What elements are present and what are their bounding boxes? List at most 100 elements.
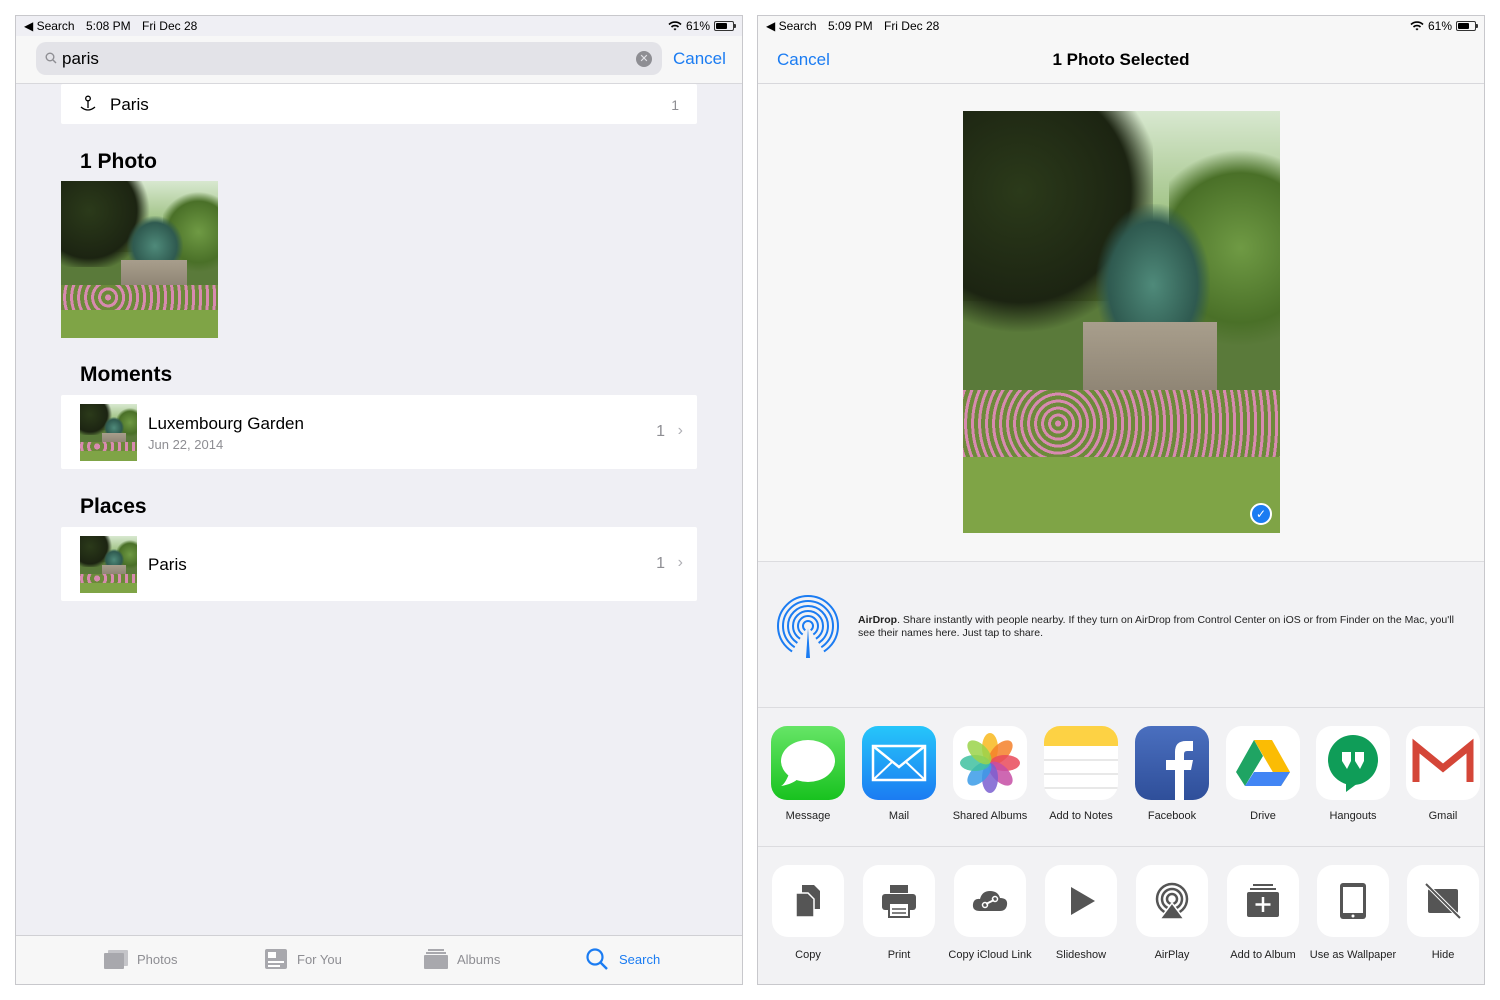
- tab-photos-label: Photos: [137, 951, 178, 967]
- airdrop-section: AirDrop. Share instantly with people nea…: [758, 562, 1484, 708]
- action-copy[interactable]: Copy: [763, 865, 853, 961]
- photo-thumbnail[interactable]: [61, 181, 218, 338]
- action-label: Use as Wallpaper: [1309, 949, 1397, 961]
- tab-search[interactable]: Search: [585, 948, 660, 970]
- search-header: ✕ Cancel: [16, 36, 742, 84]
- share-app-shared-albums[interactable]: Shared Albums: [945, 726, 1035, 822]
- share-app-label: Mail: [888, 810, 910, 822]
- airdrop-body: . Share instantly with people nearby. If…: [858, 614, 1454, 639]
- share-app-label: Shared Albums: [952, 810, 1028, 822]
- ipad-icon: [1317, 865, 1389, 937]
- share-actions-row: Copy Print Copy iCloud Link Slideshow Ai…: [758, 847, 1484, 984]
- moment-count: 1: [656, 423, 665, 440]
- search-cancel-button[interactable]: Cancel: [673, 49, 726, 69]
- action-label: Copy: [795, 949, 821, 961]
- moment-title: Luxembourg Garden: [148, 414, 304, 433]
- action-hide[interactable]: Hide: [1398, 865, 1484, 961]
- share-app-label: Hangouts: [1329, 810, 1377, 822]
- chevron-right-icon: ›: [677, 554, 683, 571]
- status-date: Fri Dec 28: [141, 19, 198, 33]
- back-to-search-link[interactable]: ◀ Search: [766, 19, 817, 33]
- moment-row[interactable]: Luxembourg Garden Jun 22, 2014 1 ›: [61, 395, 697, 469]
- action-slideshow[interactable]: Slideshow: [1036, 865, 1126, 961]
- search-tab-icon: [586, 948, 608, 970]
- tab-for-you[interactable]: For You: [263, 948, 342, 970]
- play-icon: [1045, 865, 1117, 937]
- back-to-search-link[interactable]: ◀ Search: [24, 19, 75, 33]
- airdrop-description: AirDrop. Share instantly with people nea…: [858, 614, 1470, 640]
- clear-search-icon[interactable]: ✕: [636, 51, 652, 67]
- action-copy-icloud-link[interactable]: Copy iCloud Link: [945, 865, 1035, 961]
- action-label: Print: [887, 949, 911, 961]
- status-bar: ◀ Search 5:09 PM Fri Dec 28 61%: [758, 16, 1484, 36]
- selected-photo[interactable]: ✓: [963, 111, 1280, 533]
- share-app-gmail[interactable]: Gmail: [1398, 726, 1484, 822]
- share-app-message[interactable]: Message: [763, 726, 853, 822]
- moments-section-title: Moments: [80, 363, 173, 386]
- hide-icon: [1407, 865, 1479, 937]
- tab-albums-label: Albums: [457, 951, 501, 967]
- share-app-label: Add to Notes: [1049, 810, 1113, 822]
- photos-search-screen: ◀ Search 5:08 PM Fri Dec 28 61% ✕ Cancel…: [15, 15, 743, 985]
- action-use-as-wallpaper[interactable]: Use as Wallpaper: [1308, 865, 1398, 961]
- status-date: Fri Dec 28: [883, 19, 940, 33]
- share-sheet-screen: ◀ Search 5:09 PM Fri Dec 28 61% Cancel 1…: [757, 15, 1485, 985]
- share-app-drive[interactable]: Drive: [1218, 726, 1308, 822]
- battery-percent: 61%: [1427, 19, 1452, 33]
- action-label: Add to Album: [1230, 949, 1296, 961]
- moment-thumbnail: [80, 404, 137, 461]
- search-input[interactable]: [62, 46, 622, 72]
- moment-date: Jun 22, 2014: [148, 437, 224, 452]
- top-result-count: 1: [671, 97, 679, 113]
- action-print[interactable]: Print: [854, 865, 944, 961]
- copy-icon: [772, 865, 844, 937]
- notes-icon: [1044, 726, 1118, 800]
- share-app-label: Gmail: [1428, 810, 1458, 822]
- tab-photos[interactable]: Photos: [103, 948, 177, 970]
- top-result-row[interactable]: Paris 1: [61, 84, 697, 124]
- battery-percent: 61%: [685, 19, 710, 33]
- photos-tab-icon: [104, 950, 128, 969]
- share-app-notes[interactable]: Add to Notes: [1036, 726, 1126, 822]
- top-result-title: Paris: [110, 95, 149, 114]
- share-app-mail[interactable]: Mail: [854, 726, 944, 822]
- airplay-icon: [1136, 865, 1208, 937]
- place-pin-icon: [80, 95, 96, 111]
- share-app-label: Facebook: [1147, 810, 1197, 822]
- search-icon: [45, 52, 57, 64]
- wifi-icon: [1410, 21, 1424, 31]
- action-airplay[interactable]: AirPlay: [1127, 865, 1217, 961]
- message-icon: [771, 726, 845, 800]
- action-label: Hide: [1431, 949, 1455, 961]
- wifi-icon: [668, 21, 682, 31]
- share-app-label: Drive: [1250, 810, 1276, 822]
- places-section-title: Places: [80, 495, 147, 518]
- place-row[interactable]: Paris 1 ›: [61, 527, 697, 601]
- share-app-hangouts[interactable]: Hangouts: [1308, 726, 1398, 822]
- share-title: 1 Photo Selected: [1052, 50, 1190, 69]
- mail-icon: [862, 726, 936, 800]
- gmail-icon: [1406, 726, 1480, 800]
- tab-bar: Photos For You Albums Search: [16, 935, 742, 984]
- for-you-tab-icon: [265, 949, 287, 969]
- battery-icon: [714, 21, 736, 31]
- action-label: AirPlay: [1154, 949, 1190, 961]
- icloud-link-icon: [954, 865, 1026, 937]
- checkmark-icon[interactable]: ✓: [1250, 503, 1272, 525]
- facebook-icon: [1135, 726, 1209, 800]
- place-count: 1: [656, 555, 665, 572]
- status-bar: ◀ Search 5:08 PM Fri Dec 28 61%: [16, 16, 742, 36]
- search-bar[interactable]: ✕: [36, 42, 662, 75]
- place-title: Paris: [148, 555, 187, 574]
- tab-albums[interactable]: Albums: [423, 948, 500, 970]
- share-app-facebook[interactable]: Facebook: [1127, 726, 1217, 822]
- status-time: 5:09 PM: [827, 19, 873, 33]
- airdrop-icon[interactable]: [776, 594, 840, 658]
- drive-icon: [1226, 726, 1300, 800]
- action-add-to-album[interactable]: Add to Album: [1218, 865, 1308, 961]
- photos-pinwheel-icon: [953, 726, 1027, 800]
- status-time: 5:08 PM: [85, 19, 131, 33]
- share-apps-row: Message Mail Shared Albums Add to Notes …: [758, 708, 1484, 847]
- action-label: Slideshow: [1055, 949, 1107, 961]
- tab-search-label: Search: [619, 951, 661, 967]
